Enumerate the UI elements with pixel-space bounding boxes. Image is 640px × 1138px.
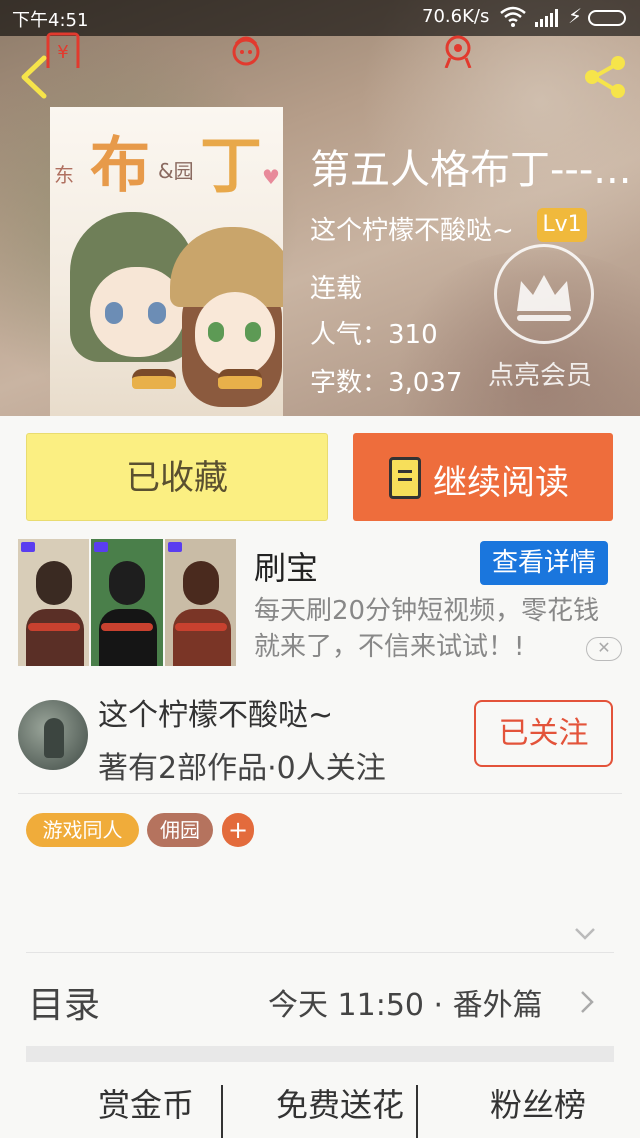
- ad-thumbnail: [164, 539, 236, 666]
- favorite-button[interactable]: 已收藏: [26, 433, 328, 521]
- share-icon[interactable]: [580, 52, 630, 102]
- toc-title[interactable]: 目录: [28, 976, 100, 1028]
- cover-character: [148, 302, 166, 324]
- heart-icon: ♥: [262, 165, 280, 189]
- ad-title[interactable]: 刷宝: [254, 543, 318, 589]
- wifi-icon: [500, 6, 526, 27]
- ad-thumbnail: [91, 539, 163, 666]
- cover-character: [208, 322, 224, 342]
- close-icon[interactable]: ✕: [586, 637, 622, 661]
- send-flowers-button[interactable]: 免费送花: [276, 1080, 404, 1138]
- cover-text: 丁: [200, 129, 263, 202]
- divider: [416, 1085, 418, 1138]
- battery-icon: [588, 10, 626, 26]
- author-name[interactable]: 这个柠檬不酸哒~: [98, 690, 333, 734]
- level-badge: Lv1: [537, 208, 587, 242]
- chevron-down-icon[interactable]: [574, 926, 596, 942]
- charging-icon: ⚡: [568, 4, 583, 28]
- vip-label[interactable]: 点亮会员: [488, 355, 592, 392]
- svg-text:¥: ¥: [57, 42, 68, 63]
- ad-detail-button[interactable]: 查看详情: [480, 541, 608, 585]
- divider: [18, 793, 622, 794]
- book-title: 第五人格布丁---...: [310, 147, 632, 193]
- cover-text: 布: [90, 131, 150, 201]
- cover-text: 东: [54, 163, 74, 187]
- book-icon: [389, 457, 421, 499]
- book-header: 下午4:51 70.6K/s ⚡ 东 布 &园 丁 ♥ 第五人格布丁---...…: [0, 0, 640, 416]
- vip-button[interactable]: [494, 244, 594, 344]
- red-envelope-icon[interactable]: ¥: [44, 28, 84, 68]
- continue-reading-button[interactable]: 继续阅读: [353, 433, 613, 521]
- medal-icon[interactable]: [438, 28, 478, 68]
- signal-icon: [535, 9, 558, 27]
- tag-yongyuan[interactable]: 佣园: [147, 813, 213, 847]
- divider: [26, 952, 614, 953]
- cover-text: &园: [158, 159, 194, 183]
- cover-character: [195, 292, 275, 377]
- serial-status: 连载: [310, 274, 363, 304]
- book-cover[interactable]: 东 布 &园 丁 ♥: [50, 107, 283, 416]
- cover-character: [245, 322, 261, 342]
- latest-chapter[interactable]: 今天 11:50 · 番外篇: [268, 980, 543, 1024]
- crown-icon: [517, 275, 571, 321]
- continue-reading-label: 继续阅读: [433, 463, 569, 503]
- section-separator: [26, 1046, 614, 1062]
- follow-button[interactable]: 已关注: [474, 700, 613, 767]
- word-count: 字数：3,037: [310, 368, 463, 398]
- divider: [221, 1085, 223, 1138]
- tag-game-fanfic[interactable]: 游戏同人: [26, 813, 139, 847]
- fans-ranking-button[interactable]: 粉丝榜: [490, 1080, 586, 1138]
- network-speed: 70.6K/s: [422, 6, 490, 27]
- author-stats: 著有2部作品·0人关注: [98, 751, 386, 786]
- chevron-right-icon[interactable]: [580, 990, 594, 1014]
- ad-description[interactable]: 每天刷20分钟短视频，零花钱就来了，不信来试试！!: [254, 593, 614, 665]
- add-tag-button[interactable]: +: [222, 813, 254, 847]
- ad-thumbnail: [18, 539, 90, 666]
- avatar[interactable]: [18, 700, 88, 770]
- cover-character: [105, 302, 123, 324]
- cover-character: [218, 369, 262, 389]
- status-bar: 下午4:51 70.6K/s ⚡: [0, 0, 640, 36]
- cover-character: [132, 369, 176, 389]
- popularity: 人气：310: [310, 320, 438, 350]
- reward-coins-button[interactable]: 赏金币: [98, 1080, 194, 1138]
- ad-thumbnails[interactable]: [18, 539, 236, 666]
- flower-icon[interactable]: [226, 28, 266, 68]
- author-link[interactable]: 这个柠檬不酸哒~: [310, 210, 514, 247]
